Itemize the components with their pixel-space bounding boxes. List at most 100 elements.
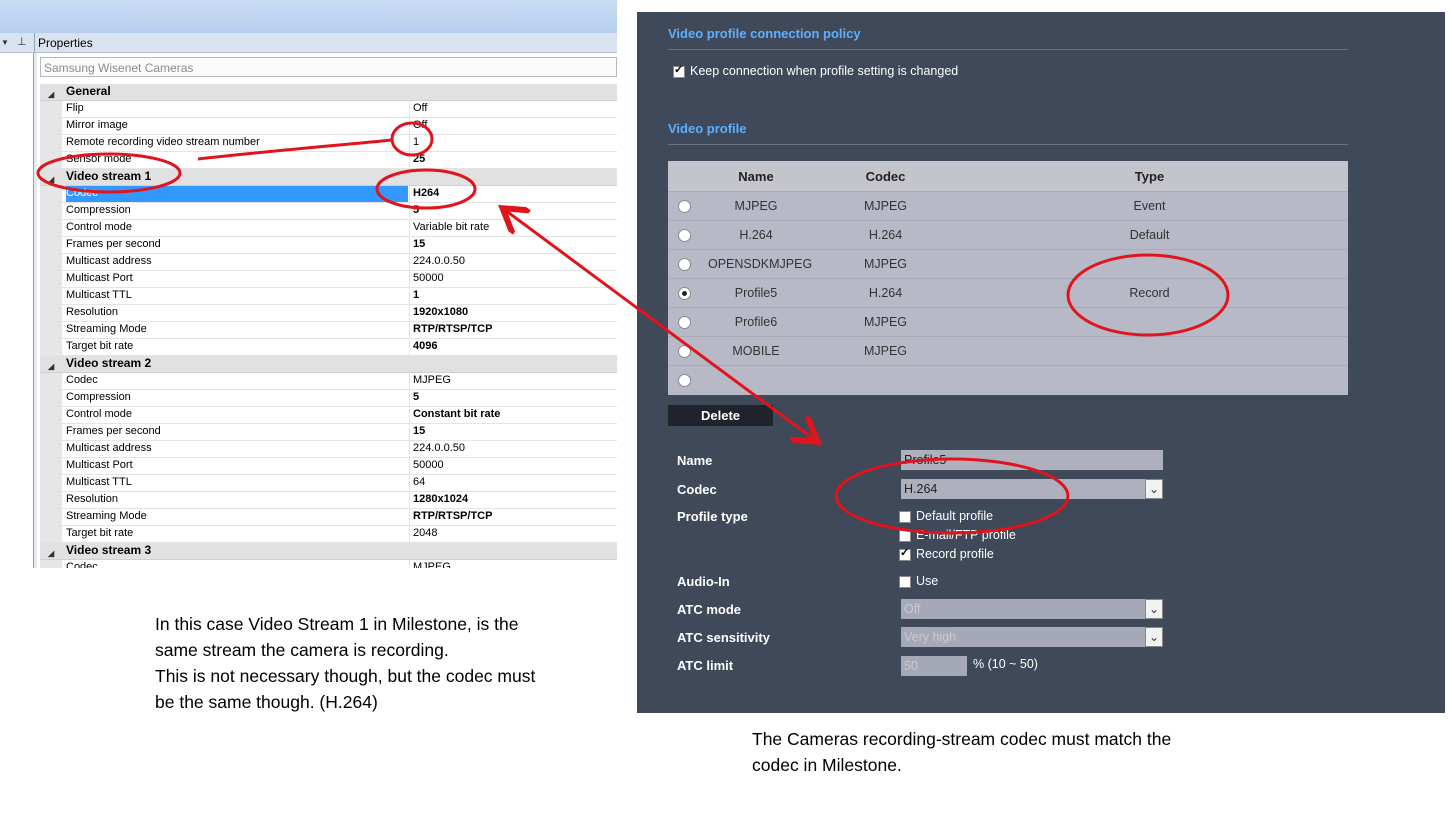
property-value[interactable]: 15	[409, 237, 617, 253]
collapse-triangle-icon[interactable]: ◢	[48, 546, 54, 561]
property-row[interactable]: Frames per second 15	[40, 237, 617, 254]
atc-sensitivity-select[interactable]: Very high ⌄	[901, 627, 1163, 647]
property-group-header[interactable]: ◢ Video stream 1	[40, 169, 617, 186]
property-value[interactable]: 25	[409, 152, 617, 168]
property-row[interactable]: Target bit rate 4096	[40, 339, 617, 356]
row-gutter	[40, 271, 62, 287]
window-top-strip	[0, 0, 617, 33]
property-value[interactable]: RTP/RTSP/TCP	[409, 322, 617, 338]
property-value[interactable]: Off	[409, 101, 617, 117]
property-row[interactable]: Multicast address 224.0.0.50	[40, 441, 617, 458]
pane-splitter[interactable]	[34, 53, 37, 568]
chevron-down-icon[interactable]: ⌄	[1145, 627, 1163, 647]
profile-row[interactable]: Profile6 MJPEG	[668, 307, 1348, 337]
record-profile-checkbox[interactable]	[899, 546, 911, 561]
default-profile-checkbox[interactable]	[899, 510, 911, 523]
audio-in-option[interactable]: Use	[899, 574, 938, 588]
codec-select[interactable]: H.264 ⌄	[901, 479, 1163, 499]
property-value[interactable]: 1	[409, 288, 617, 304]
chevron-down-icon[interactable]: ⌄	[1145, 479, 1163, 499]
chevron-down-icon[interactable]: ⌄	[1145, 599, 1163, 619]
property-row[interactable]: Multicast Port 50000	[40, 271, 617, 288]
property-row[interactable]: Streaming Mode RTP/RTSP/TCP	[40, 509, 617, 526]
profile-radio[interactable]	[678, 229, 691, 242]
collapse-triangle-icon[interactable]: ◢	[48, 87, 54, 102]
property-value[interactable]: MJPEG	[409, 373, 617, 389]
property-value[interactable]: Constant bit rate	[409, 407, 617, 423]
delete-button[interactable]: Delete	[668, 405, 773, 426]
property-row[interactable]: Codec MJPEG	[40, 560, 617, 568]
property-value[interactable]: RTP/RTSP/TCP	[409, 509, 617, 525]
email-ftp-profile-option[interactable]: E-mail/FTP profile	[899, 528, 1016, 542]
property-value[interactable]: 224.0.0.50	[409, 441, 617, 457]
profile-row[interactable]: OPENSDKMJPEG MJPEG	[668, 249, 1348, 279]
record-profile-option[interactable]: Record profile	[899, 546, 994, 561]
property-group-header[interactable]: ◢ Video stream 2	[40, 356, 617, 373]
profile-row[interactable]	[668, 365, 1348, 395]
property-row[interactable]: Codec H264	[40, 186, 617, 203]
row-gutter	[40, 237, 62, 253]
profile-radio[interactable]	[678, 287, 691, 300]
profile-row[interactable]: Profile5 H.264 Record	[668, 278, 1348, 308]
property-row[interactable]: Control mode Constant bit rate	[40, 407, 617, 424]
profile-row[interactable]: MJPEG MJPEG Event	[668, 191, 1348, 221]
property-value[interactable]: Variable bit rate	[409, 220, 617, 236]
property-value[interactable]: H264	[409, 186, 617, 202]
keep-connection-checkbox[interactable]	[673, 63, 685, 78]
property-row[interactable]: Mirror image Off	[40, 118, 617, 135]
property-row[interactable]: Multicast TTL 64	[40, 475, 617, 492]
property-row[interactable]: Frames per second 15	[40, 424, 617, 441]
property-value[interactable]: 1920x1080	[409, 305, 617, 321]
property-row[interactable]: Streaming Mode RTP/RTSP/TCP	[40, 322, 617, 339]
name-input[interactable]: Profile5	[901, 450, 1163, 470]
milestone-properties-panel: ▼ ⊥ Properties Samsung Wisenet Cameras ◢…	[0, 0, 617, 568]
property-row[interactable]: Control mode Variable bit rate	[40, 220, 617, 237]
property-row[interactable]: Resolution 1280x1024	[40, 492, 617, 509]
default-profile-option[interactable]: Default profile	[899, 509, 993, 523]
property-value[interactable]: 1	[409, 135, 617, 151]
collapse-triangle-icon[interactable]: ◢	[48, 172, 54, 187]
property-row[interactable]: Multicast TTL 1	[40, 288, 617, 305]
property-row[interactable]: Multicast Port 50000	[40, 458, 617, 475]
property-row[interactable]: Flip Off	[40, 101, 617, 118]
device-selector[interactable]: Samsung Wisenet Cameras	[40, 57, 617, 77]
keep-connection-label: Keep connection when profile setting is …	[690, 64, 959, 78]
email-ftp-profile-checkbox[interactable]	[899, 529, 911, 542]
dropdown-arrow-icon[interactable]: ▼	[1, 38, 9, 47]
profile-row[interactable]: H.264 H.264 Default	[668, 220, 1348, 250]
property-value[interactable]: 15	[409, 424, 617, 440]
property-value[interactable]: 1280x1024	[409, 492, 617, 508]
profile-radio[interactable]	[678, 200, 691, 213]
property-row[interactable]: Multicast address 224.0.0.50	[40, 254, 617, 271]
property-row[interactable]: Codec MJPEG	[40, 373, 617, 390]
property-value[interactable]: 224.0.0.50	[409, 254, 617, 270]
profile-radio[interactable]	[678, 374, 691, 387]
property-value[interactable]: 64	[409, 475, 617, 491]
property-value[interactable]: Off	[409, 118, 617, 134]
property-row[interactable]: Sensor mode 25	[40, 152, 617, 169]
property-value[interactable]: 5	[409, 203, 617, 219]
property-value[interactable]: 50000	[409, 271, 617, 287]
property-row[interactable]: Compression 5	[40, 390, 617, 407]
property-value[interactable]: 4096	[409, 339, 617, 355]
property-value[interactable]: 5	[409, 390, 617, 406]
property-group-header[interactable]: ◢ Video stream 3	[40, 543, 617, 560]
atc-mode-select[interactable]: Off ⌄	[901, 599, 1163, 619]
property-row[interactable]: Target bit rate 2048	[40, 526, 617, 543]
profile-radio[interactable]	[678, 345, 691, 358]
collapse-triangle-icon[interactable]: ◢	[48, 359, 54, 374]
property-group-header[interactable]: ◢ General	[40, 84, 617, 101]
atc-limit-input[interactable]: 50	[901, 656, 967, 676]
property-value[interactable]: MJPEG	[409, 560, 617, 568]
pin-icon[interactable]: ⊥	[17, 35, 27, 48]
property-value[interactable]: 50000	[409, 458, 617, 474]
profile-radio[interactable]	[678, 258, 691, 271]
property-value[interactable]: 2048	[409, 526, 617, 542]
audio-in-checkbox[interactable]	[899, 575, 911, 588]
property-row[interactable]: Remote recording video stream number 1	[40, 135, 617, 152]
property-row[interactable]: Resolution 1920x1080	[40, 305, 617, 322]
profile-row[interactable]: MOBILE MJPEG	[668, 336, 1348, 366]
keep-connection-option[interactable]: Keep connection when profile setting is …	[673, 63, 959, 78]
profile-radio[interactable]	[678, 316, 691, 329]
property-row[interactable]: Compression 5	[40, 203, 617, 220]
